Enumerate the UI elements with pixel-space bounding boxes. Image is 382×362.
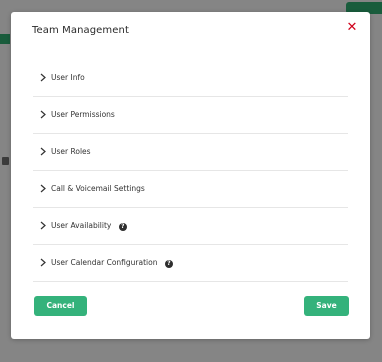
section-label: User Roles bbox=[51, 147, 91, 156]
section-call-voicemail-settings[interactable]: Call & Voicemail Settings bbox=[33, 171, 348, 208]
section-label: Call & Voicemail Settings bbox=[51, 184, 145, 193]
section-user-info[interactable]: User Info bbox=[33, 60, 348, 97]
chevron-right-icon bbox=[40, 110, 46, 119]
section-user-permissions[interactable]: User Permissions bbox=[33, 97, 348, 134]
section-user-calendar-configuration[interactable]: User Calendar Configuration ? bbox=[33, 245, 348, 282]
section-label: User Permissions bbox=[51, 110, 115, 119]
section-label: User Availability ? bbox=[51, 221, 127, 231]
cancel-button[interactable]: Cancel bbox=[34, 296, 87, 316]
save-button[interactable]: Save bbox=[304, 296, 349, 316]
modal-title: Team Management bbox=[32, 25, 129, 36]
team-management-modal: Team Management ✕ User Info User Permiss… bbox=[11, 12, 370, 339]
question-circle-icon[interactable]: ? bbox=[164, 260, 173, 268]
chevron-right-icon bbox=[40, 258, 46, 267]
section-user-roles[interactable]: User Roles bbox=[33, 134, 348, 171]
question-circle-icon[interactable]: ? bbox=[118, 223, 127, 231]
chevron-right-icon bbox=[40, 221, 46, 230]
section-label: User Info bbox=[51, 73, 85, 82]
modal-header: Team Management ✕ bbox=[11, 12, 370, 50]
close-icon[interactable]: ✕ bbox=[346, 21, 358, 34]
chevron-right-icon bbox=[40, 147, 46, 156]
sections-list: User Info User Permissions User Roles Ca… bbox=[33, 60, 348, 282]
section-user-availability[interactable]: User Availability ? bbox=[33, 208, 348, 245]
chevron-right-icon bbox=[40, 184, 46, 193]
section-label: User Calendar Configuration ? bbox=[51, 258, 173, 268]
chevron-right-icon bbox=[40, 73, 46, 82]
